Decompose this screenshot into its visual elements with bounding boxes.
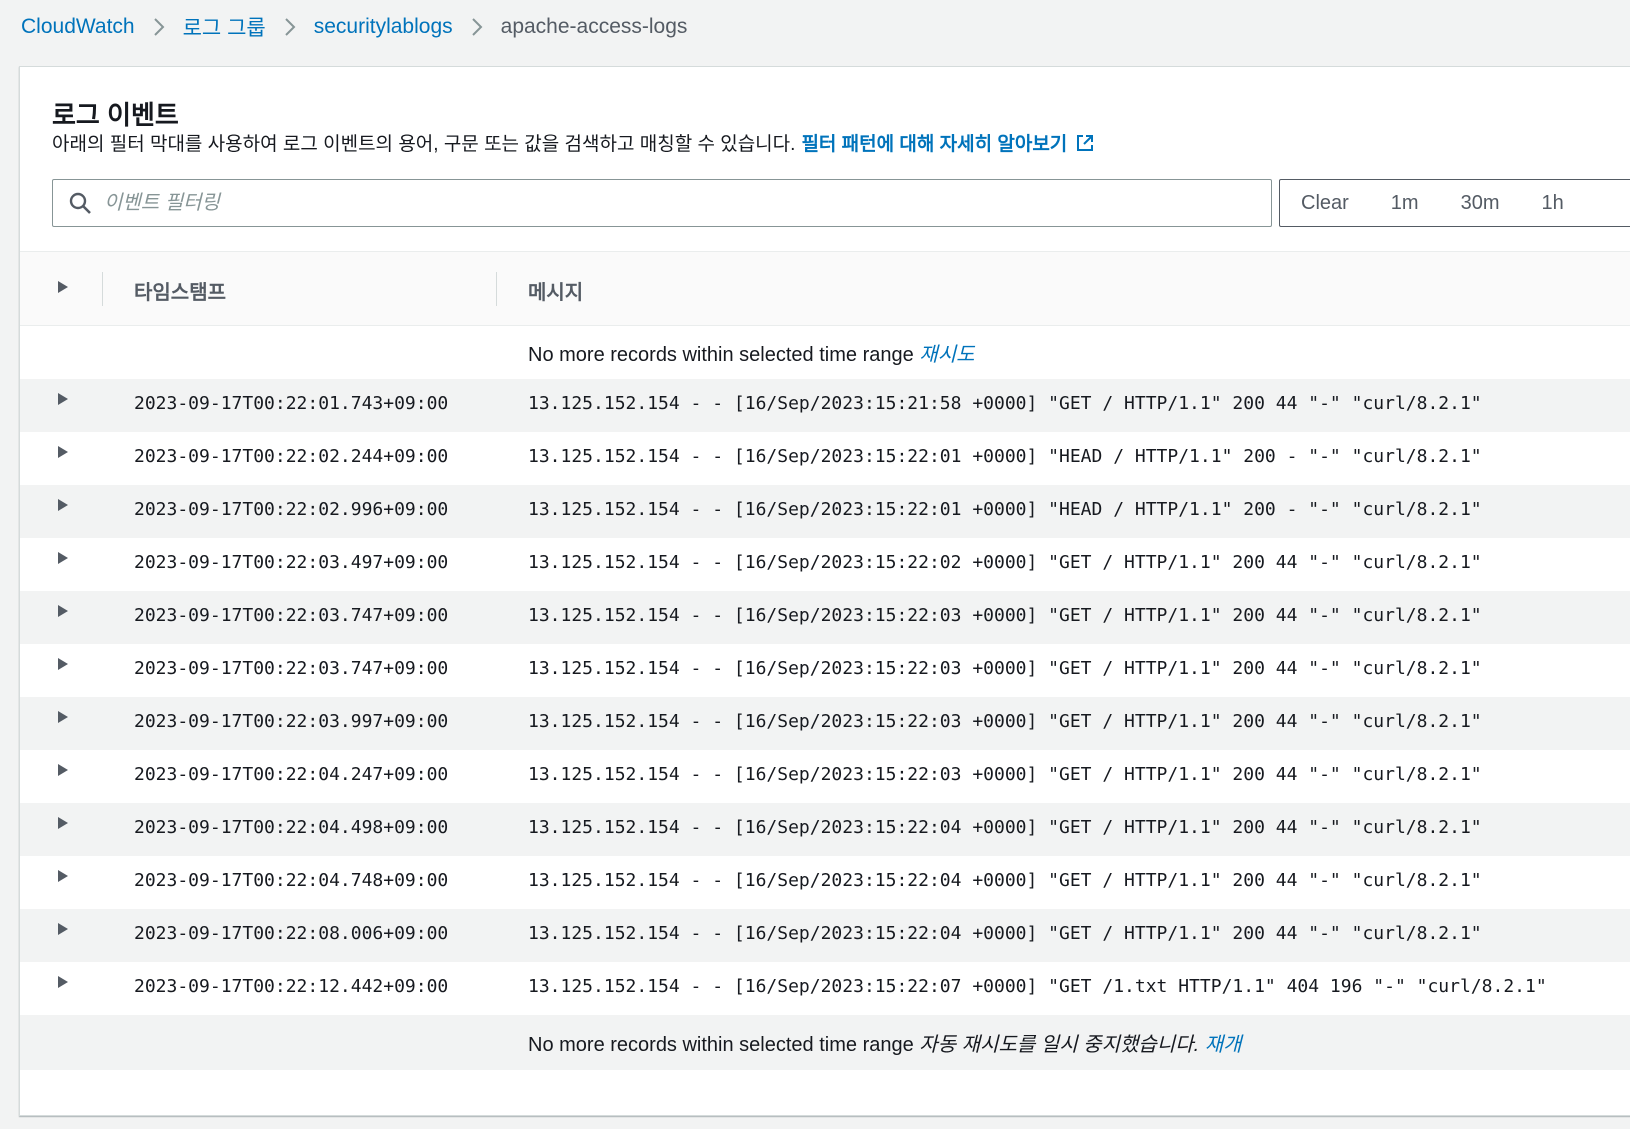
expand-row-caret-icon[interactable] xyxy=(56,709,70,730)
range-1h-button[interactable]: 1h xyxy=(1542,192,1564,215)
time-range-selector: Clear 1m 30m 1h xyxy=(1279,179,1630,227)
row-timestamp: 2023-09-17T00:22:02.244+09:00 xyxy=(134,446,449,467)
row-message: 13.125.152.154 - - [16/Sep/2023:15:22:03… xyxy=(528,605,1482,626)
expand-row-caret-icon[interactable] xyxy=(56,974,70,995)
breadcrumb-log-groups[interactable]: 로그 그룹 xyxy=(183,12,266,42)
log-rows: 2023-09-17T00:22:01.743+09:00 13.125.152.… xyxy=(20,379,1630,1015)
row-timestamp: 2023-09-17T00:22:04.247+09:00 xyxy=(134,764,449,785)
expand-row-caret-icon[interactable] xyxy=(56,391,70,412)
table-row[interactable]: 2023-09-17T00:22:08.006+09:00 13.125.152.… xyxy=(20,909,1630,962)
table-row[interactable]: 2023-09-17T00:22:03.497+09:00 13.125.152.… xyxy=(20,538,1630,591)
table-row[interactable]: 2023-09-17T00:22:12.442+09:00 13.125.152.… xyxy=(20,962,1630,1015)
row-timestamp: 2023-09-17T00:22:03.747+09:00 xyxy=(134,658,449,679)
row-timestamp: 2023-09-17T00:22:12.442+09:00 xyxy=(134,976,449,997)
status-text-wrapper: No more records within selected time ran… xyxy=(528,338,975,367)
table-row[interactable]: 2023-09-17T00:22:02.996+09:00 13.125.152.… xyxy=(20,485,1630,538)
table-row[interactable]: 2023-09-17T00:22:01.743+09:00 13.125.152.… xyxy=(20,379,1630,432)
table-row[interactable]: 2023-09-17T00:22:02.244+09:00 13.125.152.… xyxy=(20,432,1630,485)
status-text: No more records within selected time ran… xyxy=(528,344,914,366)
range-30m-button[interactable]: 30m xyxy=(1461,192,1500,215)
chevron-right-icon xyxy=(153,17,165,37)
expand-row-caret-icon[interactable] xyxy=(56,815,70,836)
row-message: 13.125.152.154 - - [16/Sep/2023:15:22:02… xyxy=(528,552,1482,573)
resume-link[interactable]: 재개 xyxy=(1205,1034,1242,1056)
chevron-right-icon xyxy=(284,17,296,37)
expand-all-caret-icon[interactable] xyxy=(56,278,70,301)
row-timestamp: 2023-09-17T00:22:04.748+09:00 xyxy=(134,870,449,891)
clear-button[interactable]: Clear xyxy=(1301,192,1349,215)
breadcrumb-cloudwatch[interactable]: CloudWatch xyxy=(21,15,135,39)
top-status-row: No more records within selected time ran… xyxy=(20,325,1630,380)
table-row[interactable]: 2023-09-17T00:22:03.997+09:00 13.125.152.… xyxy=(20,697,1630,750)
table-row[interactable]: 2023-09-17T00:22:03.747+09:00 13.125.152.… xyxy=(20,644,1630,697)
row-message: 13.125.152.154 - - [16/Sep/2023:15:22:04… xyxy=(528,923,1482,944)
row-timestamp: 2023-09-17T00:22:03.997+09:00 xyxy=(134,711,449,732)
table-row[interactable]: 2023-09-17T00:22:04.247+09:00 13.125.152.… xyxy=(20,750,1630,803)
learn-more-link[interactable]: 필터 패턴에 대해 자세히 알아보기 xyxy=(801,129,1067,156)
column-divider[interactable] xyxy=(102,272,103,306)
expand-row-caret-icon[interactable] xyxy=(56,921,70,942)
row-message: 13.125.152.154 - - [16/Sep/2023:15:22:01… xyxy=(528,499,1482,520)
row-timestamp: 2023-09-17T00:22:08.006+09:00 xyxy=(134,923,449,944)
row-message: 13.125.152.154 - - [16/Sep/2023:15:22:07… xyxy=(528,976,1547,997)
row-message: 13.125.152.154 - - [16/Sep/2023:15:21:58… xyxy=(528,393,1482,414)
status-text: No more records within selected time ran… xyxy=(528,1034,914,1056)
table-row[interactable]: 2023-09-17T00:22:04.498+09:00 13.125.152.… xyxy=(20,803,1630,856)
bottom-status-row: No more records within selected time ran… xyxy=(20,1015,1630,1070)
expand-row-caret-icon[interactable] xyxy=(56,656,70,677)
panel-title: 로그 이벤트 xyxy=(52,100,179,130)
table-row[interactable]: 2023-09-17T00:22:03.747+09:00 13.125.152.… xyxy=(20,591,1630,644)
panel-description: 아래의 필터 막대를 사용하여 로그 이벤트의 용어, 구문 또는 값을 검색하… xyxy=(52,129,1095,156)
external-link-icon[interactable] xyxy=(1075,133,1095,153)
expand-row-caret-icon[interactable] xyxy=(56,603,70,624)
status-text-wrapper: No more records within selected time ran… xyxy=(528,1028,1242,1057)
row-timestamp: 2023-09-17T00:22:01.743+09:00 xyxy=(134,393,449,414)
expand-row-caret-icon[interactable] xyxy=(56,550,70,571)
row-message: 13.125.152.154 - - [16/Sep/2023:15:22:01… xyxy=(528,446,1482,467)
row-message: 13.125.152.154 - - [16/Sep/2023:15:22:03… xyxy=(528,711,1482,732)
filter-events-input[interactable] xyxy=(102,190,1271,216)
row-message: 13.125.152.154 - - [16/Sep/2023:15:22:04… xyxy=(528,870,1482,891)
search-icon xyxy=(68,191,92,215)
row-timestamp: 2023-09-17T00:22:04.498+09:00 xyxy=(134,817,449,838)
expand-row-caret-icon[interactable] xyxy=(56,497,70,518)
table-row[interactable]: 2023-09-17T00:22:04.748+09:00 13.125.152.… xyxy=(20,856,1630,909)
expand-row-caret-icon[interactable] xyxy=(56,762,70,783)
retry-link[interactable]: 재시도 xyxy=(919,344,974,366)
row-timestamp: 2023-09-17T00:22:02.996+09:00 xyxy=(134,499,449,520)
log-events-panel: 로그 이벤트 아래의 필터 막대를 사용하여 로그 이벤트의 용어, 구문 또는… xyxy=(19,66,1630,1116)
table-header: 타임스탬프 메시지 xyxy=(20,251,1630,326)
breadcrumb-current: apache-access-logs xyxy=(500,15,688,38)
row-timestamp: 2023-09-17T00:22:03.747+09:00 xyxy=(134,605,449,626)
column-divider[interactable] xyxy=(496,272,497,306)
column-header-message[interactable]: 메시지 xyxy=(528,276,583,305)
filter-search-box xyxy=(52,179,1272,227)
range-1m-button[interactable]: 1m xyxy=(1391,192,1419,215)
description-text: 아래의 필터 막대를 사용하여 로그 이벤트의 용어, 구문 또는 값을 검색하… xyxy=(52,134,796,155)
chevron-right-icon xyxy=(471,17,483,37)
expand-row-caret-icon[interactable] xyxy=(56,444,70,465)
expand-row-caret-icon[interactable] xyxy=(56,868,70,889)
column-header-timestamp[interactable]: 타임스탬프 xyxy=(134,276,226,305)
row-message: 13.125.152.154 - - [16/Sep/2023:15:22:03… xyxy=(528,658,1482,679)
breadcrumb-log-group[interactable]: securitylablogs xyxy=(314,15,453,39)
row-message: 13.125.152.154 - - [16/Sep/2023:15:22:04… xyxy=(528,817,1482,838)
breadcrumb: CloudWatch 로그 그룹 securitylablogs apache-… xyxy=(21,10,687,44)
row-message: 13.125.152.154 - - [16/Sep/2023:15:22:03… xyxy=(528,764,1482,785)
row-timestamp: 2023-09-17T00:22:03.497+09:00 xyxy=(134,552,449,573)
paused-note: 자동 재시도를 일시 중지했습니다. xyxy=(919,1034,1200,1056)
